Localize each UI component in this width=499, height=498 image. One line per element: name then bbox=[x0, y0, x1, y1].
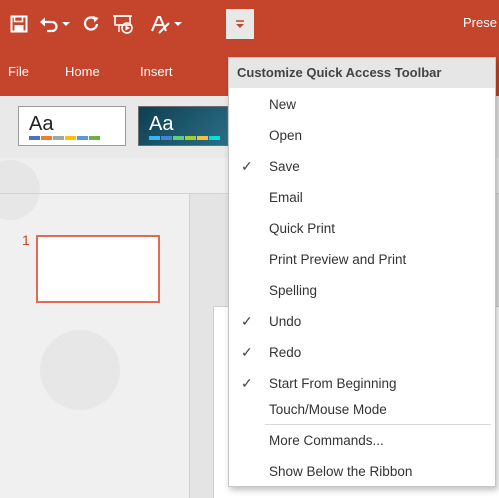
undo-dropdown-arrow-icon[interactable] bbox=[61, 13, 71, 35]
menu-item-more-commands[interactable]: More Commands... bbox=[229, 425, 495, 456]
menu-item-label: Open bbox=[269, 128, 303, 143]
menu-item-redo[interactable]: ✓ Redo bbox=[229, 337, 495, 368]
checkmark-icon: ✓ bbox=[241, 158, 253, 174]
menu-item-label: Email bbox=[269, 190, 303, 205]
menu-item-quick-print[interactable]: Quick Print bbox=[229, 213, 495, 244]
theme-sample-text: Aa bbox=[149, 113, 174, 135]
checkmark-icon: ✓ bbox=[241, 375, 253, 391]
window-title: Prese bbox=[463, 15, 497, 30]
tab-file[interactable]: File bbox=[8, 64, 29, 79]
start-from-beginning-icon[interactable] bbox=[112, 13, 136, 35]
checkmark-icon: ✓ bbox=[241, 313, 253, 329]
menu-item-label: Redo bbox=[269, 345, 302, 360]
theme-office-white[interactable]: Aa bbox=[18, 106, 126, 146]
menu-item-email[interactable]: Email bbox=[229, 182, 495, 213]
title-bar: Prese bbox=[0, 0, 499, 46]
touch-mode-dropdown-arrow-icon[interactable] bbox=[173, 13, 183, 35]
menu-item-spelling[interactable]: Spelling bbox=[229, 275, 495, 306]
menu-header: Customize Quick Access Toolbar bbox=[229, 58, 495, 88]
slide-number: 1 bbox=[22, 232, 30, 248]
menu-item-label: Print Preview and Print bbox=[269, 252, 407, 267]
menu-item-open[interactable]: Open bbox=[229, 120, 495, 151]
theme-dark-teal[interactable]: Aa bbox=[138, 106, 228, 146]
menu-item-label: New bbox=[269, 97, 297, 112]
menu-item-label: Save bbox=[269, 159, 300, 174]
menu-item-label: Show Below the Ribbon bbox=[269, 464, 413, 479]
menu-item-label: More Commands... bbox=[269, 433, 384, 448]
menu-item-label: Start From Beginning bbox=[269, 376, 397, 391]
redo-icon[interactable] bbox=[80, 13, 102, 35]
customize-toolbar-button[interactable] bbox=[226, 9, 254, 39]
menu-item-show-below-ribbon[interactable]: Show Below the Ribbon bbox=[229, 456, 495, 487]
menu-item-label: Touch/Mouse Mode bbox=[269, 402, 387, 417]
theme-color-strip bbox=[29, 136, 101, 140]
customize-quick-access-menu: Customize Quick Access Toolbar New Open … bbox=[228, 57, 496, 487]
theme-color-strip bbox=[149, 136, 221, 140]
menu-item-label: Spelling bbox=[269, 283, 318, 298]
checkmark-icon: ✓ bbox=[241, 344, 253, 360]
menu-item-touch-mouse-mode[interactable]: Touch/Mouse Mode bbox=[229, 394, 495, 425]
menu-item-print-preview[interactable]: Print Preview and Print bbox=[229, 244, 495, 275]
menu-item-new[interactable]: New bbox=[229, 89, 495, 120]
menu-item-label: Undo bbox=[269, 314, 302, 329]
customize-toolbar-icon bbox=[236, 20, 244, 28]
theme-sample-text: Aa bbox=[29, 113, 54, 135]
tab-insert[interactable]: Insert bbox=[140, 64, 173, 79]
slide-thumbnail[interactable] bbox=[36, 235, 160, 303]
menu-item-undo[interactable]: ✓ Undo bbox=[229, 306, 495, 337]
powerpoint-window: Prese File Home Insert Aa Aa 1 Customize bbox=[0, 0, 499, 498]
undo-icon[interactable] bbox=[38, 13, 60, 35]
menu-item-save[interactable]: ✓ Save bbox=[229, 151, 495, 182]
touch-mouse-mode-icon[interactable] bbox=[148, 13, 172, 35]
menu-item-label: Quick Print bbox=[269, 221, 336, 236]
tab-home[interactable]: Home bbox=[65, 64, 100, 79]
save-icon[interactable] bbox=[8, 13, 30, 35]
watermark-shape bbox=[40, 330, 120, 410]
